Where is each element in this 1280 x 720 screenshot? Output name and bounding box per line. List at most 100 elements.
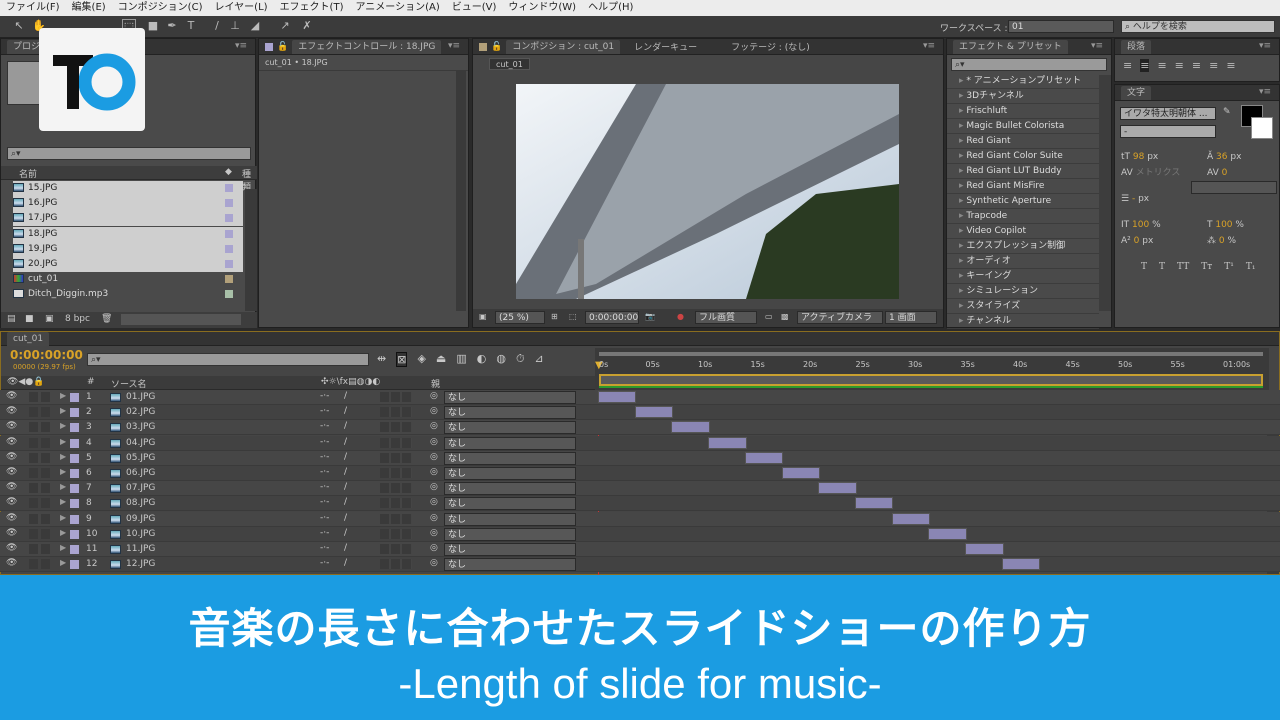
expand-arrow-icon[interactable]: ▶ — [60, 406, 66, 415]
menu-item[interactable]: アニメーション(A) — [355, 0, 439, 16]
effects-scrollbar[interactable] — [1099, 75, 1111, 311]
project-item[interactable]: 17.JPG — [13, 211, 243, 227]
region-of-interest-icon[interactable]: ⬚ — [569, 312, 577, 321]
solo-toggle[interactable] — [29, 483, 38, 494]
roto-brush-icon[interactable]: ↗ — [278, 19, 292, 33]
layer-name[interactable]: 09.JPG — [126, 514, 155, 524]
visibility-eye-icon[interactable]: 👁 — [6, 421, 17, 431]
eyedropper-icon[interactable]: ✎ — [1223, 107, 1231, 117]
switch-boxes[interactable] — [380, 392, 412, 402]
quality-switch[interactable]: / — [344, 421, 347, 431]
label-swatch[interactable] — [70, 545, 79, 554]
layer-name[interactable]: 08.JPG — [126, 498, 155, 508]
timeline-search-input[interactable]: ⌕▾ — [87, 353, 369, 366]
effect-category[interactable]: 3Dチャンネル — [947, 89, 1099, 104]
visibility-eye-icon[interactable]: 👁 — [6, 528, 17, 538]
parent-select[interactable]: なし — [444, 527, 576, 541]
justify-left-icon[interactable]: ≡ — [1175, 59, 1184, 72]
bpc-button[interactable]: 8 bpc — [65, 314, 90, 324]
label-swatch[interactable] — [70, 529, 79, 539]
puppet-tool-icon[interactable]: ✗ — [300, 19, 314, 33]
parent-select[interactable]: なし — [444, 543, 576, 556]
tab-render-queue[interactable]: レンダーキュー — [634, 40, 697, 53]
effect-category[interactable]: スタイライズ — [947, 299, 1099, 314]
menu-item[interactable]: コンポジション(C) — [118, 0, 203, 16]
navigator-bar[interactable] — [599, 352, 1263, 356]
layer-row[interactable]: 👁 ▶ 11 11.JPG -·- / ◎ なし — [0, 542, 1280, 557]
solo-toggle[interactable] — [29, 392, 38, 402]
layer-duration-bar[interactable] — [598, 391, 637, 403]
pickwhip-icon[interactable]: ◎ — [430, 452, 438, 462]
tab-effect-controls[interactable]: エフェクトコントロール : 18.JPG — [292, 39, 442, 54]
project-item[interactable]: cut_01 — [13, 272, 243, 287]
interpret-footage-icon[interactable]: ▤ — [7, 314, 16, 324]
shy-switch[interactable]: -·- — [320, 467, 329, 477]
parent-select[interactable]: なし — [444, 482, 576, 496]
project-search-input[interactable]: ⌕▾ — [7, 147, 251, 160]
text-style-button[interactable]: Tт — [1201, 259, 1212, 275]
time-ruler[interactable]: ▼ 0s 05s 10s 15s 20s 25s 30s 35s 40s 45s 50s 55s 01:… — [595, 348, 1269, 390]
shy-switch[interactable]: -·- — [320, 543, 329, 553]
new-comp-icon[interactable]: ▣ — [45, 314, 54, 324]
shy-switch[interactable]: -·- — [320, 406, 329, 416]
parent-select[interactable]: なし — [444, 451, 576, 465]
align-right-icon[interactable]: ≡ — [1157, 59, 1166, 72]
new-folder-icon[interactable]: ■ — [25, 314, 34, 324]
layer-name[interactable]: 03.JPG — [126, 422, 155, 432]
label-swatch[interactable] — [70, 393, 79, 402]
column-source-name[interactable]: ソース名 — [111, 377, 147, 390]
layer-duration-bar[interactable] — [634, 406, 674, 419]
lock-icon[interactable]: 🔓 — [491, 42, 502, 52]
quality-switch[interactable]: / — [344, 558, 347, 568]
expand-arrow-icon[interactable]: ▶ — [60, 543, 66, 552]
lock-toggle[interactable] — [41, 513, 50, 524]
visibility-eye-icon[interactable]: 👁 — [6, 513, 17, 523]
lock-toggle[interactable] — [41, 452, 50, 463]
project-item[interactable]: 20.JPG — [13, 257, 243, 272]
panel-menu-icon[interactable]: ▾≡ — [235, 41, 247, 51]
effect-category[interactable]: * アニメーションプリセット — [947, 74, 1099, 89]
parent-select[interactable]: なし — [444, 497, 576, 511]
layer-duration-bar[interactable] — [1001, 558, 1041, 571]
effect-controls-scrollbar[interactable] — [456, 71, 466, 311]
layer-duration-bar[interactable] — [744, 451, 784, 464]
parent-select[interactable]: なし — [444, 391, 576, 404]
pickwhip-icon[interactable]: ◎ — [430, 467, 438, 477]
solo-toggle[interactable] — [29, 559, 38, 570]
pickwhip-icon[interactable]: ◎ — [430, 543, 438, 553]
label-swatch[interactable] — [70, 560, 79, 570]
visibility-eye-icon[interactable]: 👁 — [6, 391, 17, 401]
solo-toggle[interactable] — [29, 513, 38, 524]
layer-duration-bar[interactable] — [928, 527, 967, 540]
kerning-value[interactable]: メトリクス — [1136, 168, 1181, 178]
pickwhip-icon[interactable]: ◎ — [430, 406, 438, 416]
switch-boxes[interactable] — [380, 498, 412, 509]
justify-all-icon[interactable]: ≡ — [1226, 59, 1235, 72]
effect-category[interactable]: Red Giant MisFire — [947, 179, 1099, 194]
project-item[interactable]: 19.JPG — [13, 241, 243, 257]
pickwhip-icon[interactable]: ◎ — [430, 558, 438, 568]
tab-timeline[interactable]: cut_01 — [7, 331, 50, 346]
brainstorm-icon[interactable]: ◍ — [496, 352, 506, 367]
switch-boxes[interactable] — [380, 407, 412, 418]
solo-toggle[interactable] — [29, 544, 38, 554]
hide-shy-icon[interactable]: ⏏ — [436, 352, 446, 367]
tab-footage[interactable]: フッテージ : (なし) — [731, 40, 810, 53]
effect-category[interactable]: Frischluft — [947, 104, 1099, 119]
stroke-color-swatch[interactable] — [1251, 117, 1273, 139]
3d-draft-icon[interactable]: ◈ — [417, 352, 425, 367]
label-swatch[interactable] — [70, 484, 79, 494]
channel-icon[interactable]: ● — [677, 312, 684, 321]
vertical-scale-value[interactable]: 100 — [1132, 220, 1149, 230]
effect-category[interactable]: シミュレーション — [947, 284, 1099, 299]
effect-category[interactable]: Trapcode — [947, 209, 1099, 224]
effect-category[interactable]: Video Copilot — [947, 224, 1099, 239]
label-swatch[interactable] — [70, 408, 79, 418]
panel-menu-icon[interactable]: ▾≡ — [448, 41, 460, 51]
menu-item[interactable]: レイヤー(L) — [214, 0, 267, 16]
mini-flowchart-icon[interactable]: ⇹ — [377, 352, 386, 367]
quality-switch[interactable]: / — [344, 482, 347, 492]
switch-boxes[interactable] — [380, 452, 412, 463]
magnification-select[interactable]: (25 %) — [495, 311, 545, 324]
solo-toggle[interactable] — [29, 452, 38, 463]
